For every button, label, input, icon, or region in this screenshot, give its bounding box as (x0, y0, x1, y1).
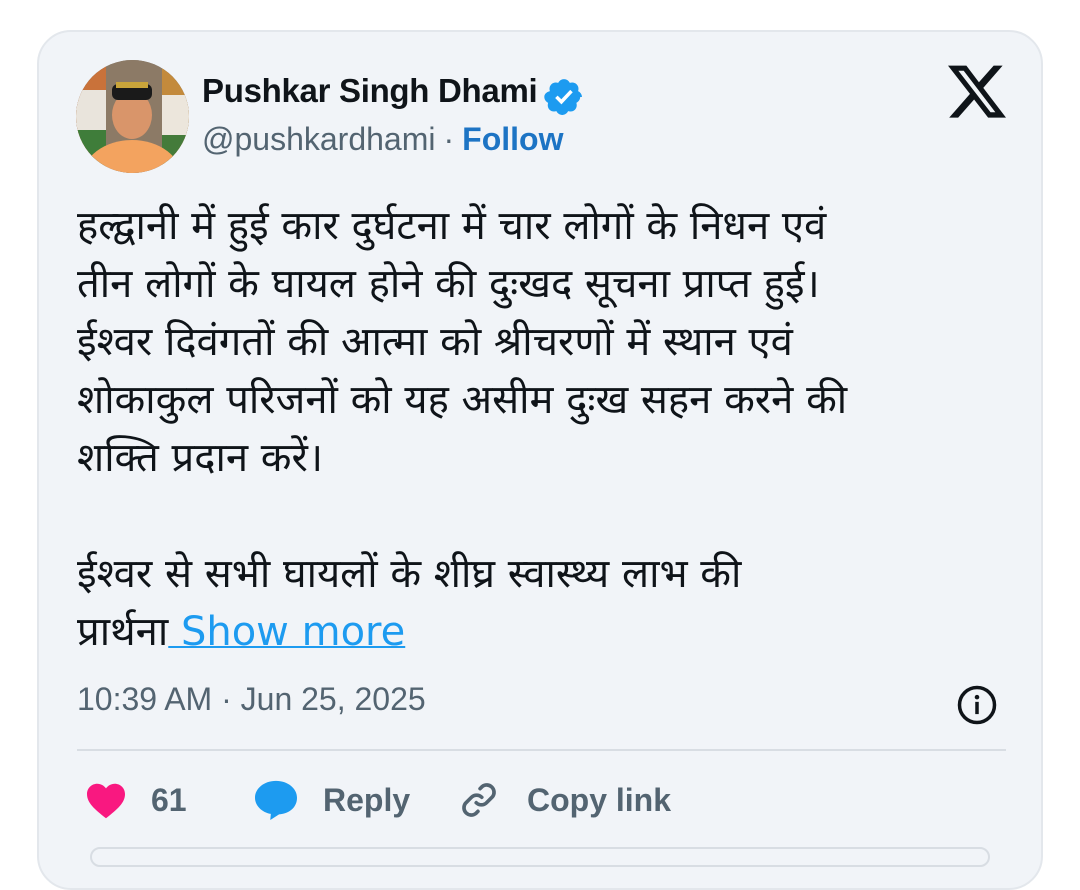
x-logo-icon[interactable] (948, 64, 1006, 118)
reply-label-text: Reply (323, 781, 411, 818)
link-icon (462, 783, 496, 817)
reply-button[interactable] (253, 772, 299, 828)
tweet-text: हल्द्वानी में हुई कार दुर्घटना में चार ल… (77, 197, 1007, 661)
reply-bubble-icon (255, 780, 297, 821)
copy-link-button[interactable] (457, 772, 501, 828)
reply-label[interactable]: Reply (323, 772, 410, 828)
author-handle-row: @pushkardhami · Follow (202, 121, 563, 158)
tweet-paragraph-1: हल्द्वानी में हुई कार दुर्घटना में चार ल… (77, 203, 848, 481)
show-more-link[interactable]: Show more (168, 609, 405, 655)
separator-dot: · (443, 121, 455, 157)
author-name[interactable]: Pushkar Singh Dhami (202, 72, 538, 110)
action-bar: 61 Reply Copy link (77, 772, 1006, 828)
tweet-paragraph-2: ईश्वर से सभी घायलों के शीघ्र स्वास्थ्य ल… (77, 545, 1007, 661)
author-handle[interactable]: @pushkardhami (202, 121, 435, 157)
tweet-timestamp[interactable]: 10:39 AM · Jun 25, 2025 (77, 681, 426, 718)
profile-avatar[interactable] (76, 60, 189, 173)
heart-icon (87, 783, 125, 819)
verified-badge-icon (544, 79, 582, 115)
copy-link-label[interactable]: Copy link (527, 772, 671, 828)
follow-button[interactable]: Follow (462, 121, 563, 157)
read-replies-button-edge[interactable] (90, 847, 990, 867)
divider (77, 749, 1006, 751)
like-count-text: 61 (151, 781, 187, 818)
info-icon[interactable] (956, 684, 998, 726)
like-count[interactable]: 61 (151, 772, 187, 828)
like-button[interactable] (85, 772, 127, 828)
copy-link-label-text: Copy link (527, 781, 672, 818)
